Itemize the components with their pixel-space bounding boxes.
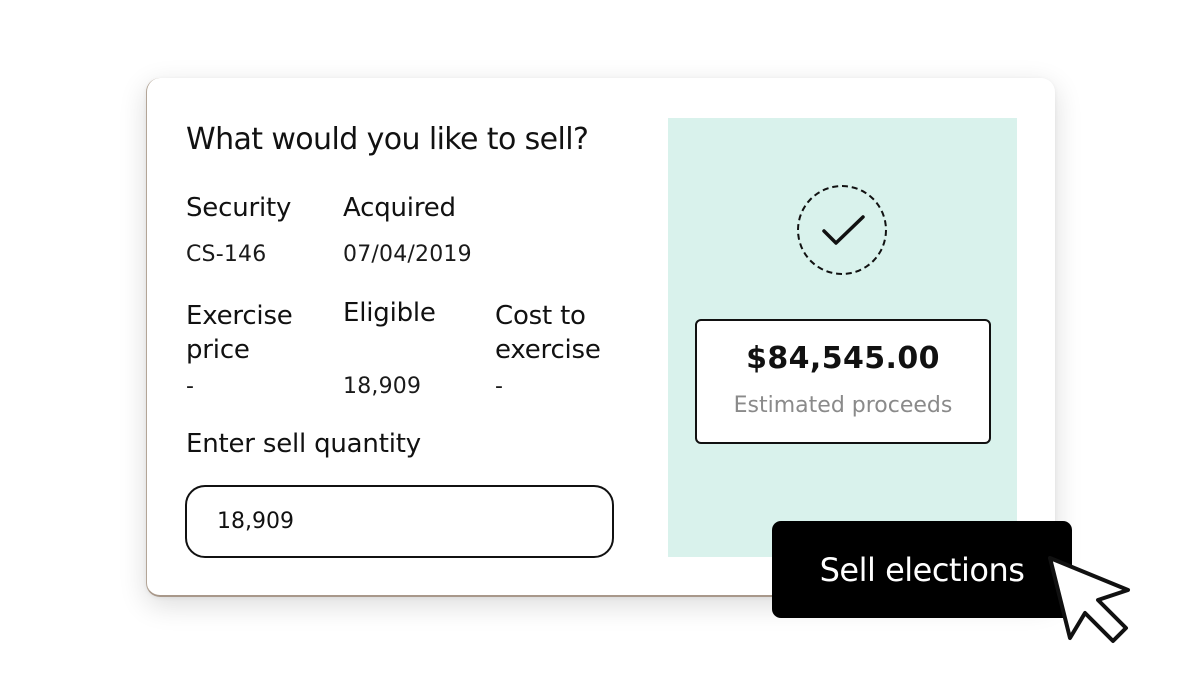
- estimated-proceeds-box: $84,545.00 Estimated proceeds: [695, 319, 991, 444]
- check-icon: [822, 215, 865, 245]
- pointer-cursor-icon: [1048, 556, 1130, 643]
- estimated-proceeds-label: Estimated proceeds: [733, 393, 953, 418]
- security-value: CS-146: [186, 242, 267, 267]
- proceeds-panel: $84,545.00 Estimated proceeds: [668, 118, 1017, 557]
- stage: What would you like to sell? Security CS…: [0, 0, 1200, 675]
- eligible-label: Eligible: [343, 298, 436, 328]
- status-check-badge: [797, 185, 887, 275]
- cost-to-exercise-value: -: [495, 374, 504, 399]
- eligible-value: 18,909: [343, 374, 422, 399]
- acquired-value: 07/04/2019: [343, 242, 472, 267]
- sell-elections-button[interactable]: Sell elections: [772, 521, 1072, 618]
- acquired-label: Acquired: [343, 193, 456, 223]
- sell-form-card: What would you like to sell? Security CS…: [146, 78, 1055, 597]
- form-title: What would you like to sell?: [186, 122, 589, 157]
- exercise-price-label: Exercise price: [186, 301, 293, 365]
- sell-quantity-input[interactable]: [185, 485, 614, 558]
- exercise-price-value: -: [186, 374, 195, 399]
- estimated-proceeds-amount: $84,545.00: [746, 341, 940, 376]
- cost-to-exercise-label: Cost to exercise: [495, 301, 601, 365]
- security-label: Security: [186, 193, 292, 223]
- sell-quantity-label: Enter sell quantity: [186, 429, 421, 459]
